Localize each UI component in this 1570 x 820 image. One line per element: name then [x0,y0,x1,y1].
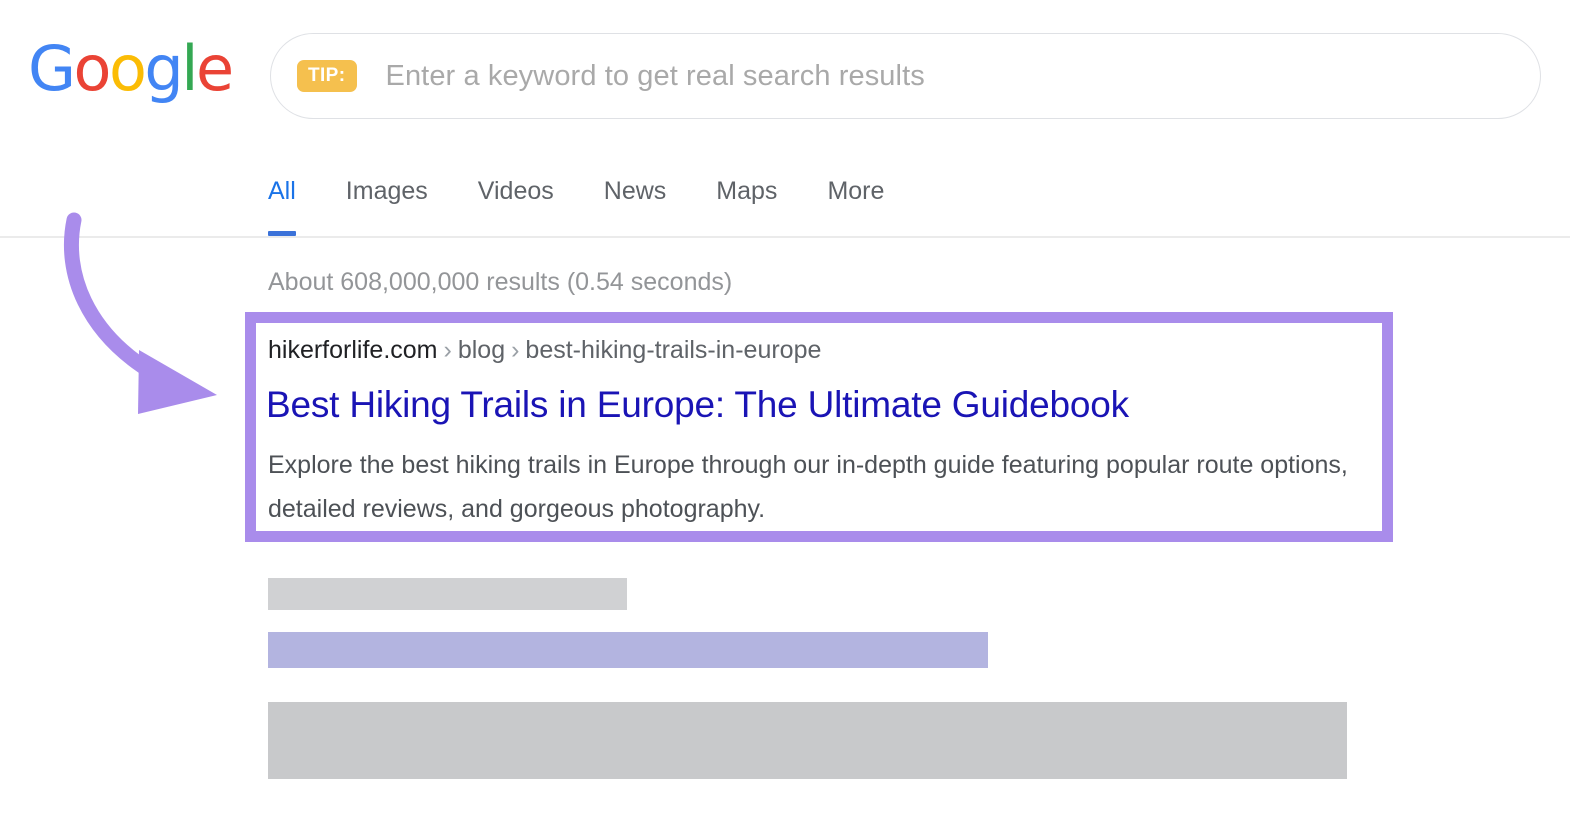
breadcrumb-segment-slug: best-hiking-trails-in-europe [525,336,821,364]
tab-videos[interactable]: Videos [478,179,554,238]
tab-more[interactable]: More [827,179,884,238]
google-logo[interactable]: Google [28,38,232,100]
logo-letter-g2: g [144,38,181,100]
breadcrumb-domain: hikerforlife.com [268,336,438,364]
logo-letter-l: l [181,38,196,100]
logo-letter-o2: o [109,38,144,100]
skeleton-bar-2 [268,632,988,668]
breadcrumb-separator-2: › [505,336,525,364]
result-title-link[interactable]: Best Hiking Trails in Europe: The Ultima… [266,382,1129,428]
search-input[interactable]: TIP: Enter a keyword to get real search … [270,33,1541,119]
logo-letter-g1: G [28,38,74,100]
skeleton-bar-3 [268,702,1347,779]
skeleton-bar-1 [268,578,627,610]
tab-maps[interactable]: Maps [716,179,777,238]
tab-images[interactable]: Images [346,179,428,238]
result-description: Explore the best hiking trails in Europe… [268,443,1378,531]
results-count: About 608,000,000 results (0.54 seconds) [268,268,732,297]
breadcrumb-separator-1: › [438,336,458,364]
logo-letter-e: e [196,38,232,100]
result-breadcrumb[interactable]: hikerforlife.com›blog›best-hiking-trails… [268,334,821,366]
header-divider [0,236,1570,238]
tip-badge: TIP: [297,60,357,92]
breadcrumb-segment-blog: blog [458,336,505,364]
logo-letter-o1: o [74,38,109,100]
search-header: Google TIP: Enter a keyword to get real … [0,0,1570,155]
google-serp-mockup: Google TIP: Enter a keyword to get real … [0,0,1570,820]
search-input-placeholder: Enter a keyword to get real search resul… [386,60,925,93]
tab-all[interactable]: All [268,179,296,238]
tab-news[interactable]: News [604,179,667,238]
search-tabs: All Images Videos News Maps More [268,172,884,238]
